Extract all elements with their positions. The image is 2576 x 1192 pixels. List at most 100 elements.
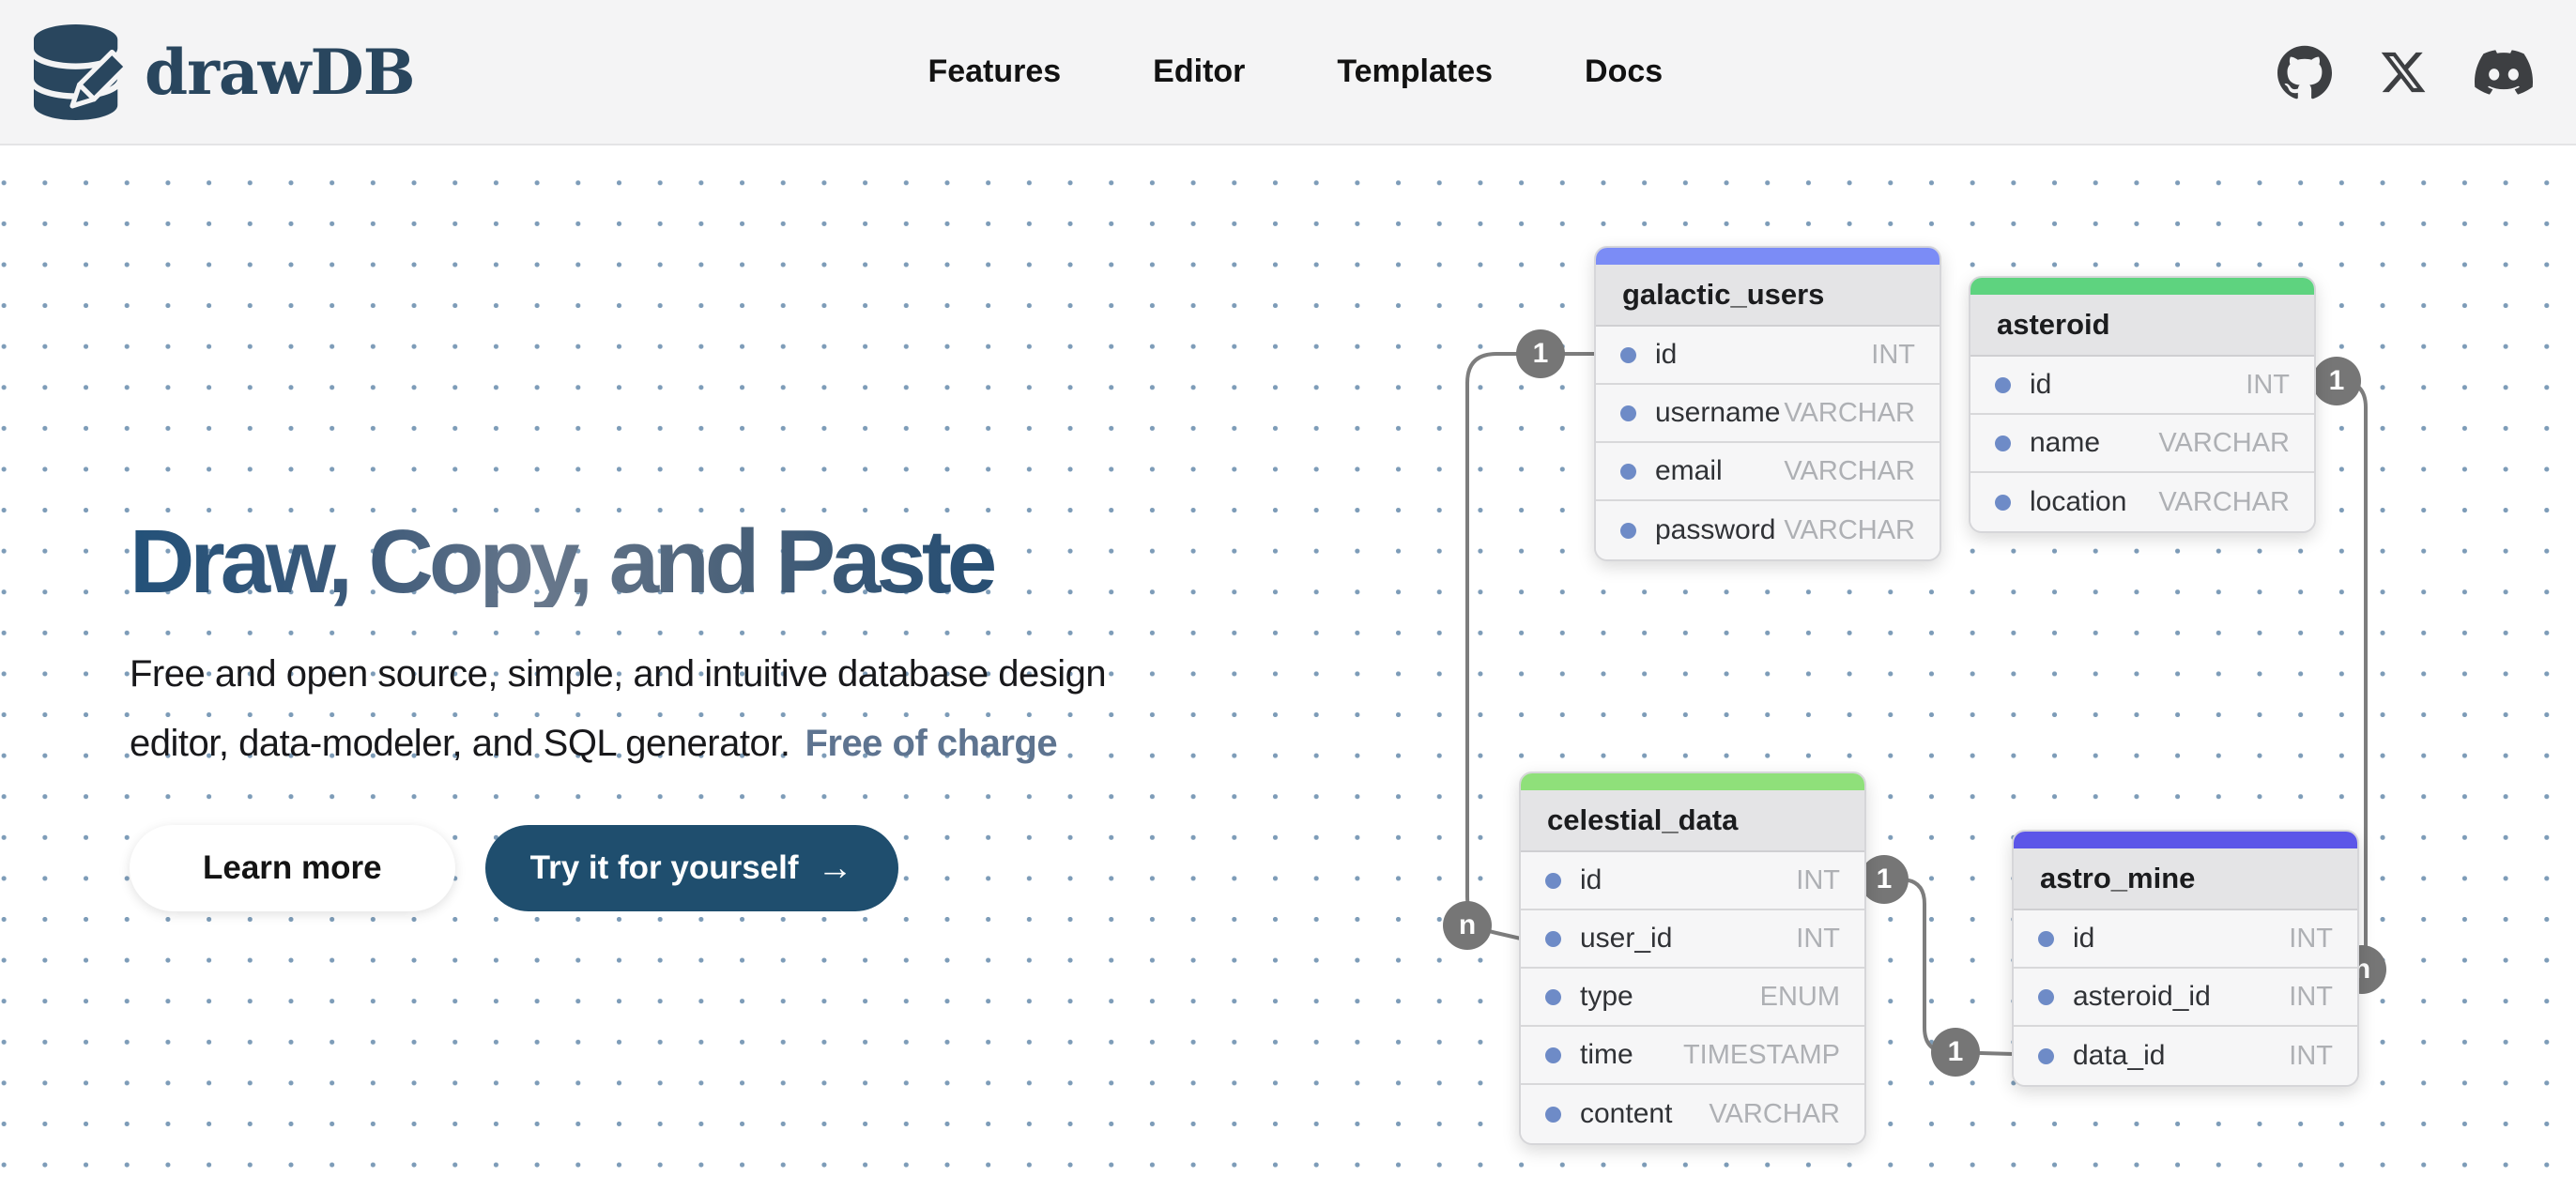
- hero-subtitle: Free and open source, simple, and intuit…: [130, 639, 1106, 778]
- field-type: INT: [1796, 865, 1840, 896]
- field-type: VARCHAR: [1709, 1099, 1840, 1130]
- field-type: INT: [2289, 924, 2333, 955]
- main-nav: Features Editor Templates Docs: [928, 0, 1663, 144]
- field-name: user_id: [1580, 923, 1672, 955]
- subtitle-line-1: Free and open source, simple, and intuit…: [130, 653, 1106, 695]
- field-dot-icon: [1545, 1107, 1561, 1123]
- table-title: celestial_data: [1521, 790, 1864, 852]
- field-dot-icon: [1545, 989, 1561, 1005]
- field-row-id: id INT: [1521, 852, 1864, 910]
- database-pencil-icon: [34, 24, 130, 120]
- table-celestial_data: celestial_dataid INT user_id INT type ENUM tim…: [1519, 772, 1866, 1145]
- field-type: VARCHAR: [1784, 398, 1915, 429]
- field-dot-icon: [2038, 1048, 2054, 1064]
- field-name: time: [1580, 1039, 1633, 1071]
- cardinality-badge-1: 1: [1516, 329, 1565, 378]
- field-row-password: password VARCHAR: [1596, 501, 1940, 559]
- field-row-email: email VARCHAR: [1596, 443, 1940, 501]
- field-type: TIMESTAMP: [1683, 1040, 1840, 1071]
- field-dot-icon: [1620, 347, 1636, 363]
- field-dot-icon: [1545, 873, 1561, 889]
- cardinality-badge-1: 1: [1931, 1028, 1980, 1077]
- field-row-content: content VARCHAR: [1521, 1085, 1864, 1143]
- field-row-user_id: user_id INT: [1521, 910, 1864, 969]
- field-name: location: [2030, 486, 2126, 518]
- table-title: galactic_users: [1596, 265, 1940, 327]
- arrow-right-icon: →: [818, 848, 853, 889]
- field-type: VARCHAR: [2158, 428, 2290, 459]
- field-type: VARCHAR: [1784, 515, 1915, 546]
- field-row-id: idINT: [1970, 357, 2314, 415]
- cta-row: Learn more Try it for yourself→: [130, 825, 1106, 911]
- field-name: data_id: [2073, 1040, 2165, 1072]
- field-name: name: [2030, 427, 2100, 459]
- field-dot-icon: [1995, 495, 2011, 511]
- field-dot-icon: [2038, 931, 2054, 947]
- learn-more-button[interactable]: Learn more: [130, 825, 455, 911]
- nav-link-docs[interactable]: Docs: [1585, 53, 1663, 90]
- field-name: username: [1655, 397, 1780, 429]
- diagram-canvas: 1n111n galactic_usersidINTusernameVARCHA…: [0, 145, 2576, 1190]
- github-icon[interactable]: [2277, 45, 2332, 99]
- field-type: VARCHAR: [1784, 456, 1915, 487]
- field-name: asteroid_id: [2073, 981, 2211, 1013]
- field-row-username: usernameVARCHAR: [1596, 385, 1940, 443]
- field-dot-icon: [1995, 436, 2011, 451]
- field-type: INT: [2246, 370, 2290, 401]
- field-row-id: id INT: [2014, 910, 2357, 969]
- nav-link-features[interactable]: Features: [928, 53, 1061, 90]
- field-type: INT: [2289, 982, 2333, 1013]
- field-row-type: type ENUM: [1521, 969, 1864, 1027]
- nav-link-templates[interactable]: Templates: [1337, 53, 1493, 90]
- table-accent-strip: [2014, 832, 2357, 848]
- field-name: email: [1655, 455, 1723, 487]
- field-type: ENUM: [1760, 982, 1840, 1013]
- field-name: id: [1655, 339, 1677, 371]
- field-dot-icon: [1620, 405, 1636, 421]
- field-row-time: time TIMESTAMP: [1521, 1027, 1864, 1085]
- field-name: type: [1580, 981, 1633, 1013]
- subtitle-line-2: editor, data-modeler, and SQL generator.: [130, 723, 790, 764]
- try-it-button[interactable]: Try it for yourself→: [485, 825, 898, 911]
- field-dot-icon: [1995, 377, 2011, 393]
- top-nav-bar: drawDB Features Editor Templates Docs: [0, 0, 2576, 145]
- field-type: VARCHAR: [2158, 487, 2290, 518]
- drawdb-logo[interactable]: drawDB: [34, 24, 415, 120]
- field-row-id: id INT: [1596, 327, 1940, 385]
- table-title: astro_mine: [2014, 848, 2357, 910]
- field-dot-icon: [2038, 989, 2054, 1005]
- field-row-name: name VARCHAR: [1970, 415, 2314, 473]
- social-links: [2277, 43, 2533, 101]
- table-astro_mine: astro_mineid INT asteroid_id INT data_id INT: [2012, 830, 2359, 1087]
- field-type: INT: [1796, 924, 1840, 955]
- field-name: id: [2073, 923, 2094, 955]
- field-row-data_id: data_id INT: [2014, 1027, 2357, 1085]
- field-name: password: [1655, 514, 1775, 546]
- field-type: INT: [1871, 340, 1915, 371]
- table-title: asteroid: [1970, 295, 2314, 357]
- hero-title: Draw, Copy, and Paste: [130, 517, 1106, 607]
- table-accent-strip: [1970, 278, 2314, 295]
- field-row-location: location VARCHAR: [1970, 473, 2314, 531]
- x-icon[interactable]: [2379, 48, 2428, 97]
- cardinality-badge-1: 1: [2312, 357, 2361, 405]
- field-dot-icon: [1620, 464, 1636, 480]
- table-accent-strip: [1596, 248, 1940, 265]
- table-asteroid: asteroididINT name VARCHAR location VARCHAR: [1969, 276, 2316, 533]
- cardinality-badge-1: 1: [1860, 855, 1909, 904]
- field-dot-icon: [1545, 931, 1561, 947]
- table-galactic_users: galactic_usersidINTusernameVARCHARemailV…: [1594, 246, 1941, 561]
- field-dot-icon: [1545, 1047, 1561, 1063]
- field-type: INT: [2289, 1041, 2333, 1072]
- nav-link-editor[interactable]: Editor: [1153, 53, 1245, 90]
- free-of-charge-link[interactable]: Free of charge: [805, 723, 1057, 764]
- brand-name: drawDB: [145, 36, 415, 109]
- field-name: id: [1580, 864, 1602, 896]
- table-accent-strip: [1521, 773, 1864, 790]
- cardinality-badge-n: n: [1443, 901, 1492, 950]
- hero-section: Draw, Copy, and Paste Free and open sour…: [130, 517, 1106, 911]
- discord-icon[interactable]: [2475, 43, 2533, 101]
- field-name: content: [1580, 1098, 1672, 1130]
- field-dot-icon: [1620, 523, 1636, 539]
- field-row-asteroid_id: asteroid_id INT: [2014, 969, 2357, 1027]
